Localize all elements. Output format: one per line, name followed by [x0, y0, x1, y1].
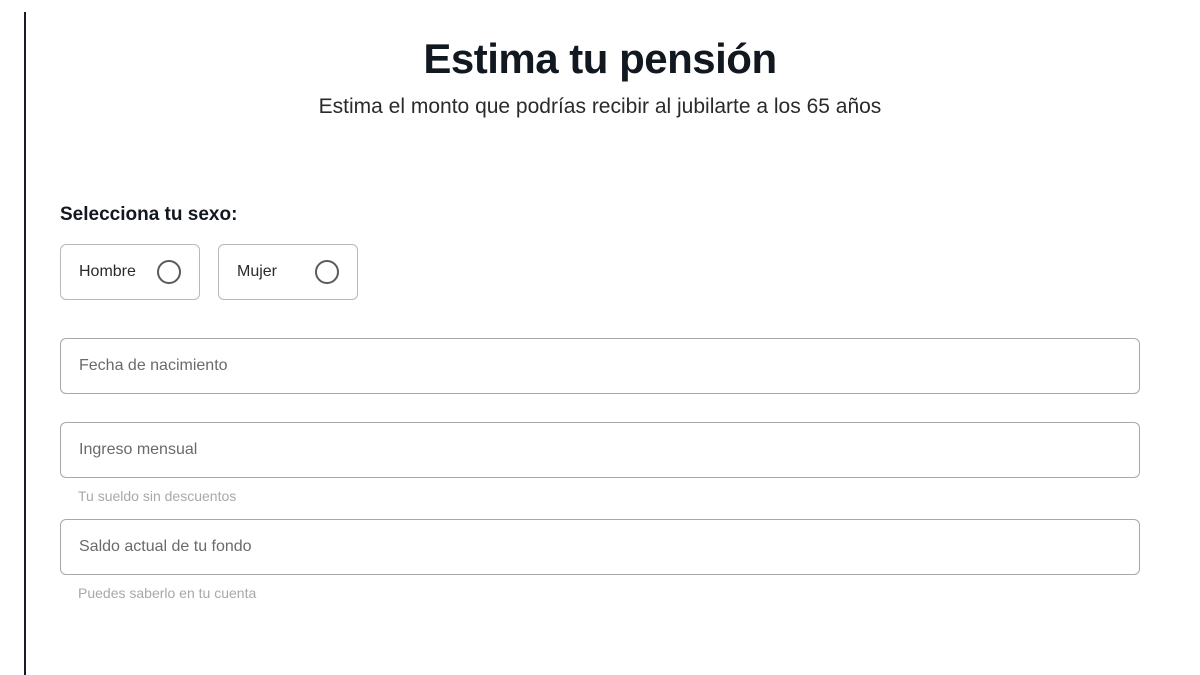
page-container: Estima tu pensión Estima el monto que po…	[0, 0, 1200, 601]
gender-radio-group: Hombre Mujer	[60, 244, 1140, 300]
gender-option-male-label: Hombre	[79, 263, 136, 281]
page-subtitle: Estima el monto que podrías recibir al j…	[60, 95, 1140, 119]
page-title: Estima tu pensión	[60, 35, 1140, 83]
gender-option-female[interactable]: Mujer	[218, 244, 358, 300]
radio-icon	[157, 260, 181, 284]
gender-option-female-label: Mujer	[237, 263, 277, 281]
income-group: Tu sueldo sin descuentos	[60, 422, 1140, 504]
balance-helper: Puedes saberlo en tu cuenta	[60, 585, 1140, 601]
radio-icon	[315, 260, 339, 284]
gender-label: Selecciona tu sexo:	[60, 204, 1140, 226]
gender-option-male[interactable]: Hombre	[60, 244, 200, 300]
income-helper: Tu sueldo sin descuentos	[60, 488, 1140, 504]
balance-input[interactable]	[60, 519, 1140, 575]
income-input[interactable]	[60, 422, 1140, 478]
birthdate-group	[60, 338, 1140, 394]
birthdate-input[interactable]	[60, 338, 1140, 394]
left-border-accent	[24, 12, 26, 675]
form-section: Selecciona tu sexo: Hombre Mujer Tu suel…	[60, 204, 1140, 601]
balance-group: Puedes saberlo en tu cuenta	[60, 519, 1140, 601]
